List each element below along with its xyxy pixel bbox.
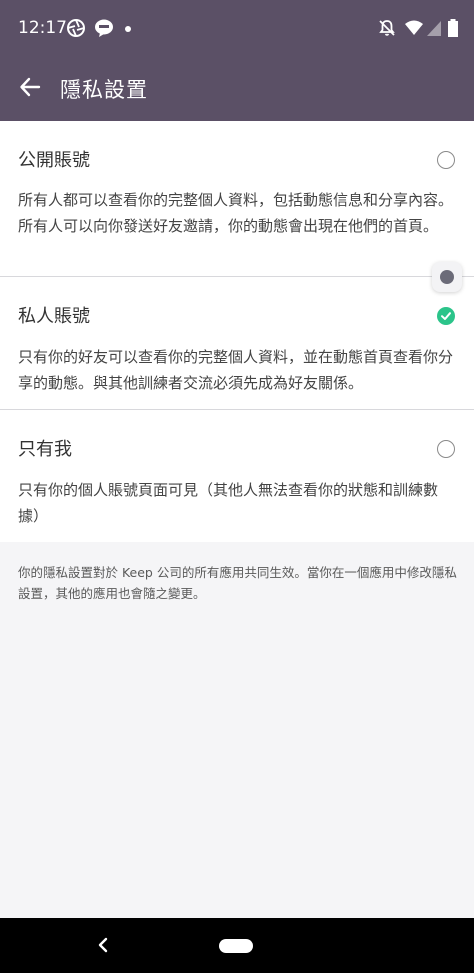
arrow-left-icon	[19, 76, 41, 102]
privacy-footer-note: 你的隱私設置對於 Keep 公司的所有應用共同生效。當你在一個應用中修改隱私設置…	[18, 565, 457, 601]
radio-unchecked-icon[interactable]	[437, 440, 455, 458]
notifications-off-icon	[377, 18, 397, 38]
privacy-options-list: 公開賬號 所有人都可以查看你的完整個人資料，包括動態信息和分享內容。所有人可以向…	[0, 121, 474, 542]
option-title: 只有我	[18, 439, 72, 460]
app-toolbar: 隱私設置	[0, 57, 474, 121]
battery-icon	[447, 18, 459, 38]
nav-home-pill[interactable]	[219, 939, 253, 953]
option-public-account[interactable]: 公開賬號 所有人都可以查看你的完整個人資料，包括動態信息和分享內容。所有人可以向…	[0, 121, 474, 276]
assistive-touch-button[interactable]	[432, 262, 462, 292]
option-description: 只有你的個人賬號頁面可見（其他人無法查看你的狀態和訓練數據）	[18, 481, 439, 525]
option-description: 所有人都可以查看你的完整個人資料，包括動態信息和分享內容。所有人可以向你發送好友…	[18, 191, 454, 235]
system-nav-bar	[0, 918, 474, 973]
radio-unchecked-icon[interactable]	[437, 151, 455, 169]
option-title: 公開賬號	[18, 150, 90, 171]
cell-signal-icon	[425, 18, 445, 38]
checkmark-icon[interactable]	[437, 307, 455, 325]
page-title: 隱私設置	[60, 78, 148, 102]
status-time: 12:17	[18, 18, 67, 38]
option-title: 私人賬號	[18, 306, 90, 327]
assistive-touch-icon	[440, 270, 454, 284]
notification-dot	[125, 26, 131, 32]
option-private-account[interactable]: 私人賬號 只有你的好友可以查看你的完整個人資料，並在動態首頁查看你分享的動態。與…	[0, 277, 474, 409]
aperture-icon	[66, 18, 86, 38]
line-app-icon	[94, 18, 114, 38]
nav-back-icon[interactable]	[92, 934, 114, 956]
option-description: 只有你的好友可以查看你的完整個人資料，並在動態首頁查看你分享的動態。與其他訓練者…	[18, 348, 454, 392]
back-button[interactable]	[10, 69, 50, 109]
status-bar: 12:17	[0, 0, 474, 57]
wifi-icon	[404, 18, 424, 38]
option-only-me[interactable]: 只有我 只有你的個人賬號頁面可見（其他人無法查看你的狀態和訓練數據）	[0, 410, 474, 542]
